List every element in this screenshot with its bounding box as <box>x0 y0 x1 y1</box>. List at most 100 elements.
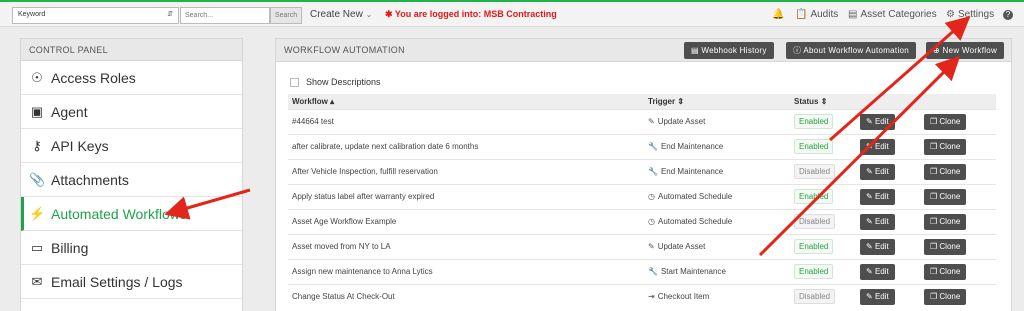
clone-button[interactable]: ❐ Clone <box>924 163 967 180</box>
table-row: after calibrate, update next calibration… <box>288 133 996 159</box>
edit-button[interactable]: ✎ Edit <box>860 288 895 305</box>
edit-button[interactable]: ✎ Edit <box>860 263 895 280</box>
status-cell: Disabled <box>790 208 856 234</box>
status-badge: Enabled <box>794 114 834 129</box>
trigger-cell: ✎ Update Asset <box>644 233 790 259</box>
copy-icon: ❐ <box>930 266 938 276</box>
audits-link[interactable]: 📋 Audits <box>795 9 838 20</box>
workflow-name[interactable]: Asset Age Workflow Example <box>292 217 396 226</box>
webhook-history-label: Webhook History <box>701 46 767 55</box>
workflow-name-cell[interactable]: after calibrate, update next calibration… <box>288 133 644 159</box>
edit-label: Edit <box>874 216 889 226</box>
clone-button[interactable]: ❐ Clone <box>924 138 967 155</box>
column-header-trigger[interactable]: Trigger ⇕ <box>644 94 790 109</box>
workflow-name[interactable]: Assign new maintenance to Anna Lytics <box>292 267 433 276</box>
edit-button[interactable]: ✎ Edit <box>860 138 895 155</box>
status-cell: Enabled <box>790 133 856 159</box>
workflow-name-cell[interactable]: Apply status label after warranty expire… <box>288 183 644 209</box>
edit-icon: ✎ <box>866 166 873 176</box>
column-header-edit <box>856 94 920 109</box>
show-descriptions-toggle[interactable]: Show Descriptions <box>290 77 381 87</box>
edit-button[interactable]: ✎ Edit <box>860 238 895 255</box>
edit-button[interactable]: ✎ Edit <box>860 188 895 205</box>
sidebar-item-api-keys[interactable]: ⚷ API Keys <box>21 129 242 163</box>
sort-icon: ⇕ <box>677 96 685 106</box>
edit-label: Edit <box>874 141 889 151</box>
edit-label: Edit <box>874 266 889 276</box>
copy-icon: ❐ <box>930 291 938 301</box>
help-link[interactable]: ? <box>1003 9 1016 20</box>
clone-cell: ❐ Clone <box>920 233 996 259</box>
top-bar: Keyword ⇵ Search Create New ⌄ ✱ You are … <box>0 0 1024 27</box>
sidebar-item-access-roles[interactable]: ☉ Access Roles <box>21 61 242 95</box>
workflow-name-cell[interactable]: After Vehicle Inspection, fulfill reserv… <box>288 158 644 184</box>
status-badge: Disabled <box>794 289 836 305</box>
settings-link[interactable]: ⚙ Settings <box>946 9 994 20</box>
clone-button[interactable]: ❐ Clone <box>924 113 967 130</box>
edit-label: Edit <box>874 166 889 176</box>
clone-button[interactable]: ❐ Clone <box>924 288 967 305</box>
edit-button[interactable]: ✎ Edit <box>860 113 895 130</box>
workflow-name-cell[interactable]: Assign new maintenance to Anna Lytics <box>288 258 644 284</box>
credit-card-icon: ▭ <box>30 239 44 255</box>
workflow-name[interactable]: After Vehicle Inspection, fulfill reserv… <box>292 167 438 176</box>
show-descriptions-checkbox[interactable] <box>290 77 299 87</box>
clone-cell: ❐ Clone <box>920 258 996 284</box>
workflow-name[interactable]: #44664 test <box>292 117 334 126</box>
workflow-name-cell[interactable]: Asset Age Workflow Example <box>288 208 644 234</box>
status-badge: Enabled <box>794 139 834 154</box>
clone-button[interactable]: ❐ Clone <box>924 188 967 205</box>
sidebar-item-email-settings[interactable]: ✉ Email Settings / Logs <box>21 265 242 299</box>
wrench-icon: 🔧 <box>648 267 658 276</box>
clone-button[interactable]: ❐ Clone <box>924 213 967 230</box>
control-panel-sidebar: CONTROL PANEL ☉ Access Roles ▣ Agent ⚷ A… <box>20 38 243 311</box>
sidebar-item-automated-workflows[interactable]: ⚡ Automated Workflows <box>21 197 242 231</box>
edit-label: Edit <box>874 191 889 201</box>
workflow-name[interactable]: after calibrate, update next calibration… <box>292 142 478 151</box>
webhook-history-button[interactable]: ▤ Webhook History <box>684 42 774 59</box>
workflow-name[interactable]: Asset moved from NY to LA <box>292 242 391 251</box>
trigger-label: End Maintenance <box>660 142 724 151</box>
column-header-status[interactable]: Status ⇕ <box>790 94 856 109</box>
workflow-name[interactable]: Apply status label after warranty expire… <box>292 192 434 201</box>
search-input[interactable] <box>180 7 270 24</box>
clone-label: Clone <box>939 216 961 226</box>
notifications-link[interactable]: 🔔 <box>772 9 787 20</box>
create-new-menu[interactable]: Create New ⌄ <box>310 9 372 20</box>
column-header-workflow[interactable]: Workflow ▴ <box>288 94 644 109</box>
clone-button[interactable]: ❐ Clone <box>924 263 967 280</box>
trigger-cell: ✎ Update Asset <box>644 108 790 134</box>
edit-button[interactable]: ✎ Edit <box>860 163 895 180</box>
clipboard-icon: 📋 <box>795 9 808 20</box>
status-badge: Enabled <box>794 264 834 279</box>
sidebar-item-label: Access Roles <box>51 69 136 86</box>
sidebar-item-attachments[interactable]: 📎 Attachments <box>21 163 242 197</box>
sidebar-item-agent[interactable]: ▣ Agent <box>21 95 242 129</box>
workflow-name-cell[interactable]: #44664 test <box>288 108 644 134</box>
trigger-label: Checkout Item <box>657 292 710 302</box>
workflow-name-cell[interactable]: Asset moved from NY to LA <box>288 233 644 259</box>
clone-label: Clone <box>939 191 961 201</box>
asset-categories-link[interactable]: ▤ Asset Categories <box>848 9 937 20</box>
trigger-label: Automated Schedule <box>657 192 733 201</box>
clone-button[interactable]: ❐ Clone <box>924 238 967 255</box>
workflow-name-cell[interactable]: Change Status At Check-Out <box>288 283 644 309</box>
new-workflow-button[interactable]: ⊕ New Workflow <box>926 42 1005 59</box>
sort-icon: ⇕ <box>820 96 828 106</box>
workflow-name[interactable]: Change Status At Check-Out <box>292 292 395 301</box>
status-cell: Enabled <box>790 183 856 209</box>
copy-icon: ❐ <box>930 141 938 151</box>
edit-icon: ✎ <box>866 241 873 251</box>
about-workflow-button[interactable]: ⓘ About Workflow Automation <box>786 42 917 59</box>
search-button[interactable]: Search <box>270 7 302 24</box>
sidebar-title: CONTROL PANEL <box>21 39 242 61</box>
sidebar-item-billing[interactable]: ▭ Billing <box>21 231 242 265</box>
settings-label: Settings <box>957 9 995 20</box>
edit-cell: ✎ Edit <box>856 158 920 184</box>
edit-button[interactable]: ✎ Edit <box>860 213 895 230</box>
edit-cell: ✎ Edit <box>856 183 920 209</box>
column-label: Status <box>794 96 819 106</box>
keyword-select[interactable]: Keyword ⇵ <box>12 7 179 24</box>
edit-cell: ✎ Edit <box>856 108 920 134</box>
logged-in-text: You are logged into: MSB Contracting <box>394 9 557 19</box>
